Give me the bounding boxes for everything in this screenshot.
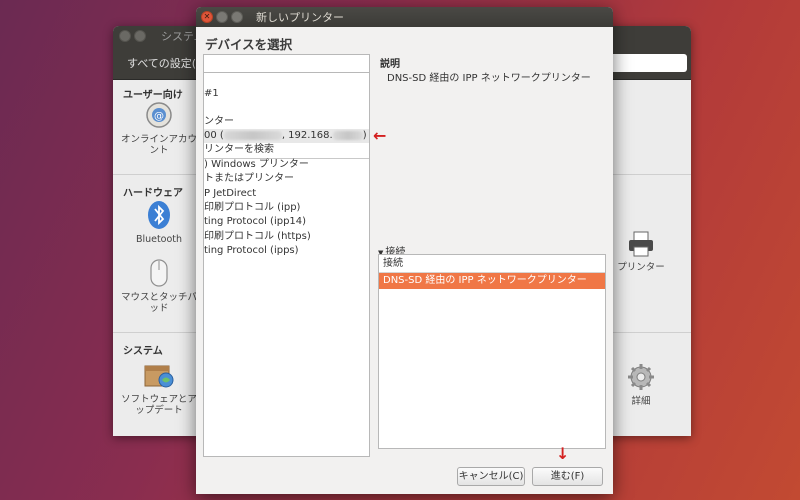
online-accounts-icon: @ xyxy=(146,102,172,128)
close-icon[interactable] xyxy=(119,30,131,42)
printers-label: プリンター xyxy=(617,262,665,273)
blurred-text xyxy=(332,130,363,140)
connection-item-selected[interactable]: DNS-SD 経由の IPP ネットワークプリンター xyxy=(379,273,605,289)
page-title: デバイスを選択 xyxy=(205,37,293,52)
minimize-icon[interactable] xyxy=(216,11,228,23)
device-suffix: ) xyxy=(362,130,367,141)
list-item[interactable]: リンターを検索 xyxy=(204,143,369,157)
software-updates-item[interactable]: ソフトウェアとアップデート xyxy=(119,360,199,416)
list-item[interactable]: #1 xyxy=(204,87,369,101)
svg-text:@: @ xyxy=(154,111,164,122)
close-icon[interactable]: ✕ xyxy=(201,11,213,23)
list-item[interactable]: 印刷プロトコル (https) xyxy=(204,230,369,244)
all-settings-button[interactable]: すべての設定(A xyxy=(127,55,204,71)
dialog-title: 新しいプリンター xyxy=(256,11,344,24)
printer-icon xyxy=(629,231,653,257)
section-heading-personal: ユーザー向け xyxy=(123,90,183,101)
list-item[interactable]: 印刷プロトコル (ipp) xyxy=(204,201,369,215)
section-heading-system: システム xyxy=(123,346,163,357)
bluetooth-item[interactable]: Bluetooth xyxy=(119,200,199,245)
description-label: 説明 xyxy=(380,59,400,70)
details-item[interactable]: 詳細 xyxy=(601,362,681,407)
list-item-selected-device[interactable]: 00 ( , 192.168.) xyxy=(204,129,369,143)
minimize-icon[interactable] xyxy=(134,30,146,42)
device-name-prefix: 00 ( xyxy=(204,130,224,141)
list-item[interactable]: ting Protocol (ipp14) xyxy=(204,215,369,229)
mouse-icon xyxy=(150,259,168,287)
connection-list: 接続 DNS-SD 経由の IPP ネットワークプリンター xyxy=(378,254,606,449)
description-value: DNS-SD 経由の IPP ネットワークプリンター xyxy=(387,73,591,84)
list-item[interactable]: P JetDirect xyxy=(204,187,369,201)
list-item[interactable]: ) Windows プリンター xyxy=(204,158,369,172)
section-heading-hardware: ハードウェア xyxy=(123,188,183,199)
software-updates-label: ソフトウェアとアップデート xyxy=(121,394,197,416)
bluetooth-label: Bluetooth xyxy=(135,234,183,245)
mouse-touchpad-label: マウスとタッチパッド xyxy=(120,292,197,314)
forward-button[interactable]: 進む(F) xyxy=(532,467,603,486)
list-item[interactable]: ンター xyxy=(204,115,369,129)
blurred-text xyxy=(223,130,282,140)
device-list: #1 ンター 00 ( , 192.168.) リンターを検索 ) Windows… xyxy=(203,54,370,457)
online-accounts-label: オンラインアカウント xyxy=(120,134,197,156)
software-icon xyxy=(144,365,174,388)
device-search-input[interactable] xyxy=(204,55,369,73)
new-printer-dialog: ✕ 新しいプリンター デバイスを選択 #1 ンター 00 ( , 192.168.… xyxy=(196,7,613,494)
mouse-touchpad-item[interactable]: マウスとタッチパッド xyxy=(119,258,199,314)
annotation-arrow-down: ↓ xyxy=(556,444,570,463)
connection-column-header: 接続 xyxy=(379,255,605,273)
cancel-button[interactable]: キャンセル(C) xyxy=(457,467,525,486)
gear-icon xyxy=(628,364,654,390)
online-accounts-item[interactable]: @ オンラインアカウント xyxy=(119,100,199,156)
list-item[interactable]: ting Protocol (ipps) xyxy=(204,244,369,258)
details-label: 詳細 xyxy=(631,396,651,407)
printers-item[interactable]: プリンター xyxy=(601,230,681,273)
bluetooth-icon xyxy=(148,201,170,229)
annotation-arrow-left: ← xyxy=(373,126,387,145)
maximize-icon[interactable] xyxy=(231,11,243,23)
list-item[interactable]: トまたはプリンター xyxy=(204,172,369,186)
dialog-titlebar: ✕ 新しいプリンター xyxy=(196,7,613,27)
device-ip-prefix: , 192.168. xyxy=(281,130,333,141)
